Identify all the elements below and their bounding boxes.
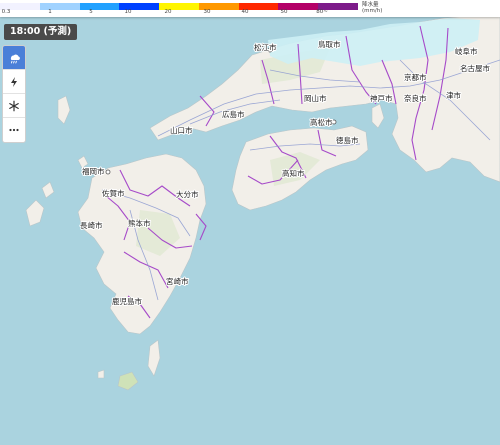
city-label: 高松市 (310, 117, 333, 127)
city-marker[interactable] (331, 119, 337, 125)
city-label: 津市 (446, 90, 461, 100)
legend-tick: 40 (241, 9, 249, 15)
city-label: 名古屋市 (460, 63, 490, 73)
map-view[interactable]: 松江市 鳥取市 京都市 岐阜市 名古屋市 広島市 岡山市 神戸市 奈良市 津市 … (0, 0, 500, 445)
legend-tick: 5 (89, 9, 93, 15)
map-canvas[interactable]: 松江市 鳥取市 京都市 岐阜市 名古屋市 広島市 岡山市 神戸市 奈良市 津市 … (0, 0, 500, 445)
lightning-icon (11, 76, 17, 87)
legend-tick: 0.3 (1, 9, 11, 15)
city-label: 熊本市 (128, 218, 151, 228)
layer-selector (2, 45, 26, 143)
more-icon (9, 128, 19, 132)
rain-layer-button[interactable] (3, 46, 25, 70)
city-label: 京都市 (404, 72, 427, 82)
city-marker[interactable] (105, 169, 111, 175)
city-label: 長崎市 (80, 220, 103, 230)
forecast-time-badge[interactable]: 18:00 (予測) (4, 24, 78, 40)
city-label: 福岡市 (82, 166, 105, 176)
precipitation-legend: 0.3 1 5 10 20 30 40 50 80~ 降水量 (mm/h) (0, 0, 500, 17)
city-label: 奈良市 (404, 93, 427, 103)
legend-color-scale (0, 3, 359, 10)
city-label: 松江市 (254, 42, 277, 52)
rain-icon (10, 54, 20, 63)
legend-swatch (39, 3, 80, 10)
more-layers-button[interactable] (3, 118, 25, 142)
city-label: 佐賀市 (102, 188, 125, 198)
legend-tick: 10 (124, 9, 132, 15)
city-label: 大分市 (176, 189, 199, 199)
city-label: 徳島市 (336, 135, 359, 145)
legend-swatch (79, 3, 120, 10)
legend-tick: 80~ (316, 9, 328, 15)
city-label: 鳥取市 (318, 39, 341, 49)
legend-unit-label: 降水量 (mm/h) (362, 2, 383, 14)
lightning-layer-button[interactable] (3, 70, 25, 94)
city-label: 岡山市 (304, 93, 327, 103)
legend-tick: 30 (203, 9, 211, 15)
legend-tick: 20 (164, 9, 172, 15)
city-label: 山口市 (170, 125, 193, 135)
snow-icon (9, 100, 19, 111)
city-label: 広島市 (222, 109, 245, 119)
city-label: 高知市 (282, 168, 305, 178)
city-label: 宮崎市 (166, 276, 189, 286)
city-label: 岐阜市 (455, 46, 478, 56)
legend-tick: 1 (48, 9, 52, 15)
legend-tick: 50 (280, 9, 288, 15)
city-label: 神戸市 (370, 93, 393, 103)
city-label: 鹿児島市 (112, 296, 142, 306)
snow-layer-button[interactable] (3, 94, 25, 118)
